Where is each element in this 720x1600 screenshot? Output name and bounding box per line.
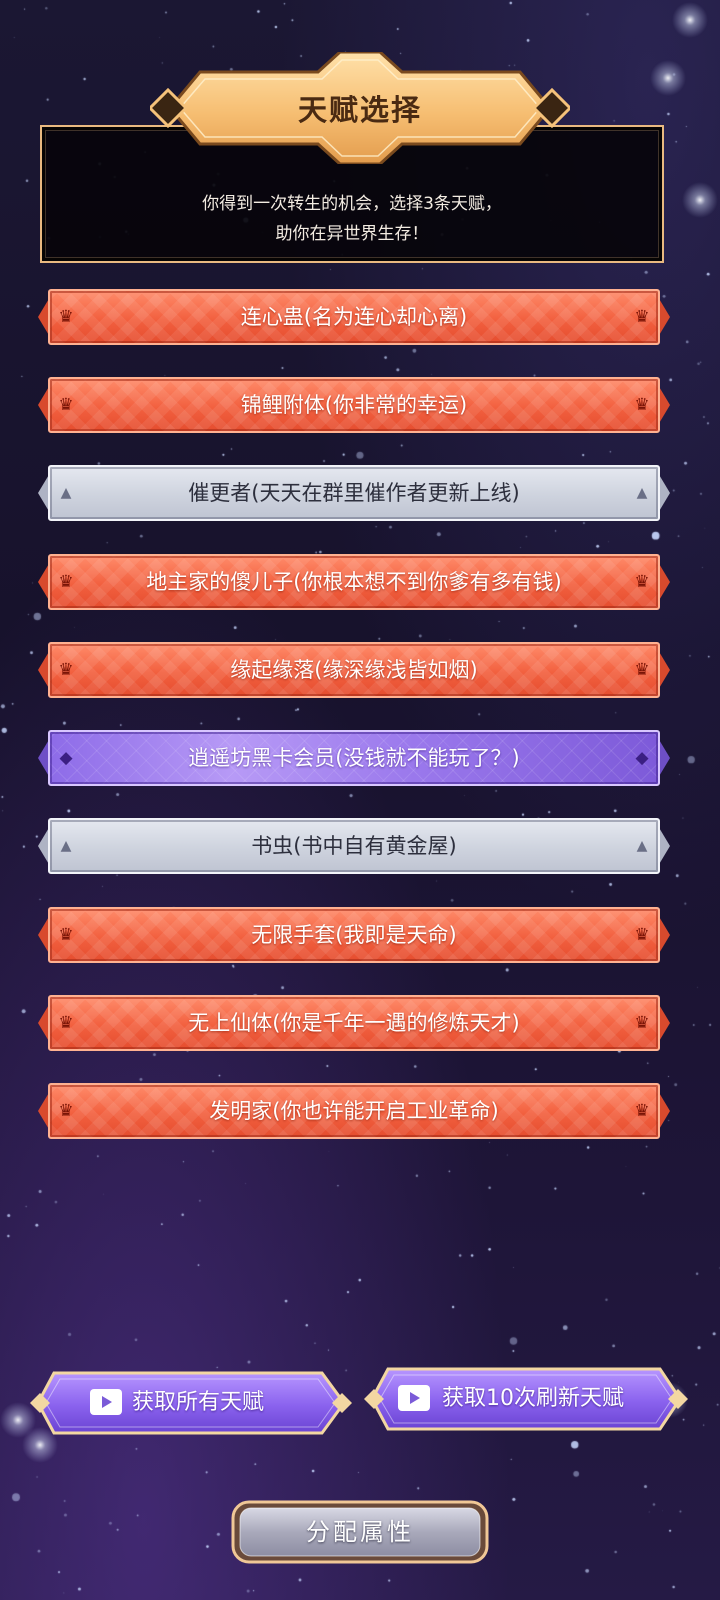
crown-icon: ♛	[58, 660, 74, 680]
video-play-icon	[90, 1389, 122, 1415]
crown-icon: ♛	[634, 307, 650, 327]
talent-option[interactable]: ♛ ♛ 无限手套(我即是天命)	[38, 903, 670, 967]
talent-label: 催更者(天天在群里催作者更新上线)	[188, 481, 520, 505]
talent-label: 锦鲤附体(你非常的幸运)	[240, 393, 468, 417]
assign-attributes-label: 分配属性	[306, 1518, 414, 1546]
talent-label: 无限手套(我即是天命)	[251, 923, 457, 947]
talent-option[interactable]: ♛ ♛ 缘起缘落(缘深缘浅皆如烟)	[38, 638, 670, 702]
crown-icon: ♛	[634, 395, 650, 415]
intro-line-2: 助你在异世界生存！	[275, 224, 429, 244]
diamond-icon: ◆	[635, 748, 649, 768]
crown-icon: ♛	[634, 1013, 650, 1033]
crown-icon: ♛	[634, 1101, 650, 1121]
talent-label: 逍遥坊黑卡会员(没钱就不能玩了？)	[188, 746, 520, 770]
triangle-icon: ▲	[60, 838, 72, 854]
get-all-talents-button[interactable]: 获取所有天赋	[30, 1371, 352, 1435]
talent-label: 无上仙体(你是千年一遇的修炼天才)	[188, 1011, 520, 1035]
diamond-icon: ◆	[59, 748, 73, 768]
triangle-icon: ▲	[636, 838, 648, 854]
talent-option[interactable]: ◆ ◆ 逍遥坊黑卡会员(没钱就不能玩了？)	[38, 726, 670, 790]
intro-line-1: 你得到一次转生的机会，选择3条天赋，	[202, 194, 502, 214]
talent-option[interactable]: ▲ ▲ 书虫(书中自有黄金屋)	[38, 814, 670, 878]
crown-icon: ♛	[58, 572, 74, 592]
crown-icon: ♛	[58, 1013, 74, 1033]
intro-text: 你得到一次转生的机会，选择3条天赋， 助你在异世界生存！	[42, 189, 662, 249]
triangle-icon: ▲	[60, 485, 72, 501]
refresh-talents-label: 获取10次刷新天赋	[442, 1386, 624, 1411]
crown-icon: ♛	[634, 572, 650, 592]
crown-icon: ♛	[58, 307, 74, 327]
talent-option[interactable]: ♛ ♛ 锦鲤附体(你非常的幸运)	[38, 373, 670, 437]
talent-label: 地主家的傻儿子(你根本想不到你爹有多有钱)	[146, 570, 562, 594]
talent-option[interactable]: ♛ ♛ 发明家(你也许能开启工业革命)	[38, 1079, 670, 1143]
assign-attributes-button[interactable]: 分配属性	[230, 1499, 490, 1565]
crown-icon: ♛	[58, 925, 74, 945]
title-plate: 天赋选择	[147, 50, 573, 166]
refresh-talents-button[interactable]: 获取10次刷新天赋	[364, 1367, 688, 1431]
crown-icon: ♛	[58, 395, 74, 415]
page-title: 天赋选择	[297, 93, 422, 127]
talent-option[interactable]: ♛ ♛ 地主家的傻儿子(你根本想不到你爹有多有钱)	[38, 550, 670, 614]
get-all-talents-label: 获取所有天赋	[132, 1390, 265, 1415]
talent-label: 发明家(你也许能开启工业革命)	[209, 1099, 499, 1123]
talent-option[interactable]: ♛ ♛ 连心蛊(名为连心却心离)	[38, 285, 670, 349]
video-play-icon	[398, 1385, 430, 1411]
triangle-icon: ▲	[636, 485, 648, 501]
talent-label: 缘起缘落(缘深缘浅皆如烟)	[230, 658, 478, 682]
talent-label: 书虫(书中自有黄金屋)	[251, 834, 457, 858]
talent-label: 连心蛊(名为连心却心离)	[240, 305, 468, 329]
talent-option[interactable]: ▲ ▲ 催更者(天天在群里催作者更新上线)	[38, 461, 670, 525]
talent-option[interactable]: ♛ ♛ 无上仙体(你是千年一遇的修炼天才)	[38, 991, 670, 1055]
crown-icon: ♛	[634, 925, 650, 945]
crown-icon: ♛	[58, 1101, 74, 1121]
crown-icon: ♛	[634, 660, 650, 680]
